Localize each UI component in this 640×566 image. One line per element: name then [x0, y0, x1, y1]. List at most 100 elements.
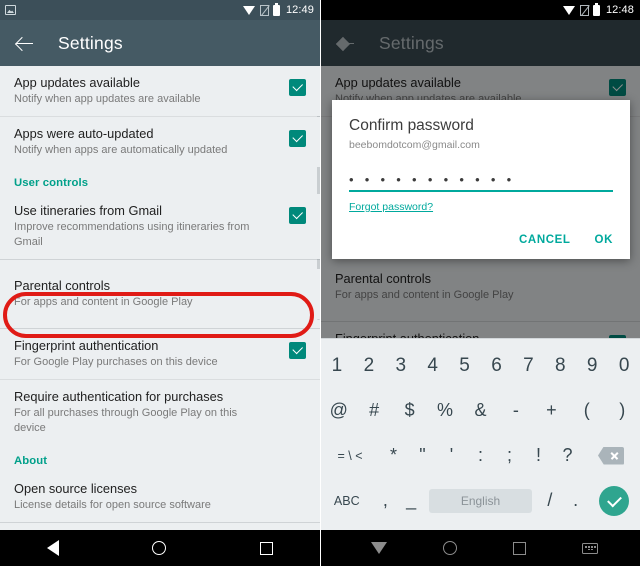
- key-plus[interactable]: +: [534, 388, 569, 433]
- key-ampersand[interactable]: &: [463, 388, 498, 433]
- setting-row-parental-controls[interactable]: Parental controls For apps and content i…: [321, 262, 640, 312]
- nav-home-icon[interactable]: [443, 541, 457, 555]
- right-phone-screen: 12:48 Settings App updates available Not…: [320, 0, 640, 566]
- row-texts: Use itineraries from Gmail Improve recom…: [14, 203, 264, 250]
- row-title: Parental controls: [14, 278, 111, 293]
- no-sim-icon: [579, 4, 589, 16]
- row-title: App updates available: [14, 75, 140, 90]
- key-symbols-toggle[interactable]: = \ <: [321, 433, 379, 478]
- row-title: Parental controls: [335, 271, 432, 286]
- row-title: Apps were auto-updated: [14, 126, 154, 141]
- key-single-quote[interactable]: ': [437, 433, 466, 478]
- key-slash[interactable]: /: [537, 478, 563, 523]
- nav-home-icon[interactable]: [152, 541, 167, 555]
- row-subtitle: For apps and content in Google Play: [14, 296, 193, 308]
- checkbox-checked-icon[interactable]: [289, 130, 306, 147]
- row-subtitle: For all purchases through Google Play on…: [14, 407, 238, 434]
- key-exclamation[interactable]: !: [524, 433, 553, 478]
- row-subtitle: License details for open source software: [14, 499, 211, 511]
- keyboard-row-1: 1 2 3 4 5 6 7 8 9 0: [321, 343, 640, 388]
- password-masked-value: • • • • • • • • • • •: [349, 172, 515, 187]
- checkbox-checked-icon[interactable]: [289, 79, 306, 96]
- page-title: Settings: [58, 32, 123, 53]
- back-arrow-icon[interactable]: [14, 32, 36, 54]
- app-bar: Settings: [321, 20, 640, 66]
- key-percent[interactable]: %: [427, 388, 462, 433]
- dialog-actions: CANCEL OK: [349, 234, 613, 251]
- key-delete[interactable]: [582, 433, 640, 478]
- key-enter[interactable]: [589, 478, 640, 523]
- confirm-password-dialog: Confirm password beebomdotcom@gmail.com …: [332, 100, 630, 259]
- row-subtitle: Improve recommendations using itinerarie…: [14, 221, 250, 248]
- key-3[interactable]: 3: [385, 343, 417, 388]
- key-left-paren[interactable]: (: [569, 388, 604, 433]
- forgot-password-link[interactable]: Forgot password?: [349, 201, 433, 213]
- key-asterisk[interactable]: *: [379, 433, 408, 478]
- checkbox-checked-icon[interactable]: [609, 79, 626, 96]
- key-period[interactable]: .: [563, 478, 589, 523]
- dual-screenshot-container: 12:49 Settings App updates available Not…: [0, 0, 640, 566]
- key-underscore[interactable]: _: [398, 478, 424, 523]
- navigation-bar: [321, 530, 640, 566]
- key-at[interactable]: @: [321, 388, 356, 433]
- checkbox-checked-icon[interactable]: [289, 207, 306, 224]
- key-hyphen[interactable]: -: [498, 388, 533, 433]
- row-subtitle: Notify when app updates are available: [14, 93, 201, 105]
- nav-hide-keyboard-icon[interactable]: [371, 542, 387, 554]
- key-abc-toggle[interactable]: ABC: [321, 478, 373, 523]
- back-arrow-icon[interactable]: [335, 32, 357, 54]
- left-phone-screen: 12:49 Settings App updates available Not…: [0, 0, 320, 566]
- setting-row-apps-auto-updated[interactable]: Apps were auto-updated Notify when apps …: [0, 117, 320, 167]
- key-1[interactable]: 1: [321, 343, 353, 388]
- nav-recent-icon[interactable]: [260, 541, 274, 555]
- status-bar: 12:48: [321, 0, 640, 20]
- row-title: Use itineraries from Gmail: [14, 203, 162, 218]
- settings-list: App updates available Notify when app up…: [0, 66, 320, 529]
- no-sim-icon: [259, 4, 269, 16]
- battery-icon: [592, 2, 600, 16]
- key-right-paren[interactable]: ): [605, 388, 640, 433]
- key-double-quote[interactable]: ": [408, 433, 437, 478]
- key-spacebar[interactable]: English: [429, 488, 532, 513]
- checkbox-checked-icon[interactable]: [289, 342, 306, 359]
- cancel-button[interactable]: CANCEL: [519, 234, 571, 246]
- nav-switch-keyboard-icon[interactable]: [582, 542, 598, 554]
- row-texts: Parental controls For apps and content i…: [335, 271, 514, 303]
- key-colon[interactable]: :: [466, 433, 495, 478]
- key-question[interactable]: ?: [553, 433, 582, 478]
- battery-icon: [272, 2, 280, 16]
- page-title: Settings: [379, 32, 444, 53]
- key-hash[interactable]: #: [356, 388, 391, 433]
- setting-row-parental-controls[interactable]: Parental controls For apps and content i…: [0, 269, 320, 319]
- setting-row-open-source-licenses[interactable]: Open source licenses License details for…: [0, 472, 320, 522]
- nav-back-icon[interactable]: [46, 540, 59, 556]
- nav-recent-icon[interactable]: [513, 541, 526, 555]
- key-0[interactable]: 0: [608, 343, 640, 388]
- spacer: [0, 319, 320, 328]
- setting-row-require-authentication[interactable]: Require authentication for purchases For…: [0, 380, 320, 445]
- key-dollar[interactable]: $: [392, 388, 427, 433]
- keyboard-row-3: = \ < * " ' : ; ! ?: [321, 433, 640, 478]
- row-title: App updates available: [335, 75, 461, 90]
- key-7[interactable]: 7: [512, 343, 544, 388]
- key-2[interactable]: 2: [353, 343, 385, 388]
- key-6[interactable]: 6: [481, 343, 513, 388]
- row-title: Open source licenses: [14, 481, 138, 496]
- setting-row-gmail-itineraries[interactable]: Use itineraries from Gmail Improve recom…: [0, 194, 320, 259]
- spacer: [0, 260, 320, 269]
- key-comma[interactable]: ,: [373, 478, 399, 523]
- keyboard-row-2: @ # $ % & - + ( ): [321, 388, 640, 433]
- password-input[interactable]: • • • • • • • • • • •: [349, 173, 613, 192]
- setting-row-fingerprint-authentication[interactable]: Fingerprint authentication For Google Pl…: [0, 329, 320, 379]
- key-8[interactable]: 8: [544, 343, 576, 388]
- key-semicolon[interactable]: ;: [495, 433, 524, 478]
- setting-row-app-updates[interactable]: App updates available Notify when app up…: [0, 66, 320, 116]
- key-9[interactable]: 9: [576, 343, 608, 388]
- status-bar-right-icons: 12:49: [242, 2, 314, 16]
- row-texts: App updates available Notify when app up…: [14, 75, 201, 107]
- key-5[interactable]: 5: [449, 343, 481, 388]
- section-header-about: About: [0, 445, 320, 472]
- status-bar-right-icons: 12:48: [562, 2, 634, 16]
- key-4[interactable]: 4: [417, 343, 449, 388]
- ok-button[interactable]: OK: [595, 234, 613, 246]
